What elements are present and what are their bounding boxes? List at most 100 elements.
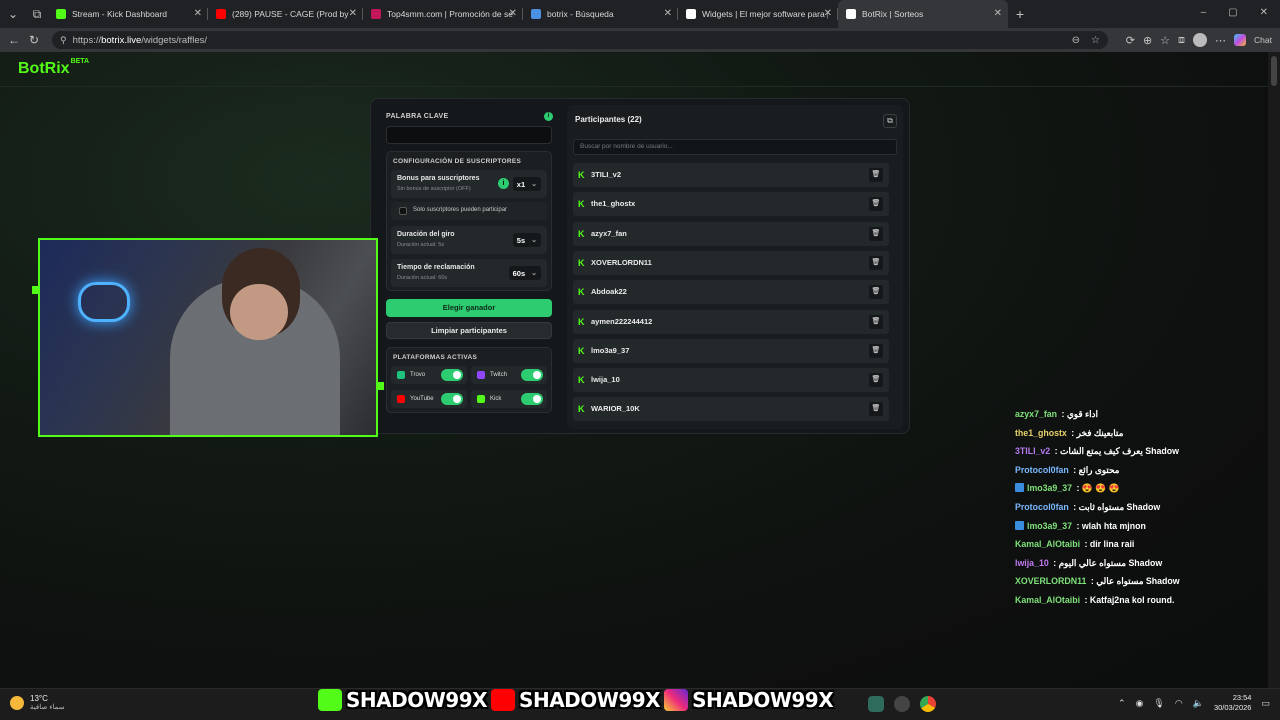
trash-icon[interactable]: 🗑 [869, 168, 883, 182]
new-tab-button[interactable]: + [1008, 6, 1032, 22]
favorites-icon[interactable]: ☆ [1160, 34, 1170, 47]
trash-icon[interactable]: 🗑 [869, 343, 883, 358]
wifi-icon[interactable]: ◠ [1175, 698, 1183, 709]
url-input[interactable]: ⚲ https://botrix.live/widgets/raffles/ ⊖… [52, 31, 1108, 49]
subs-only-row[interactable]: Solo suscriptores pueden participar [391, 202, 547, 220]
reload-icon[interactable]: ↻ [24, 33, 44, 47]
botrix-icon [686, 9, 696, 19]
platform-toggle[interactable] [521, 393, 543, 405]
kick-icon: K [578, 257, 585, 268]
tab-1[interactable]: Stream - Kick Dashboard ✕ [48, 0, 208, 28]
favorite-star-icon[interactable]: ☆ [1091, 35, 1100, 46]
cam-resize-handle[interactable] [32, 286, 40, 294]
botrix-icon [846, 9, 856, 19]
page-scrollbar[interactable] [1268, 52, 1280, 688]
site-info-icon[interactable]: ⚲ [60, 35, 67, 46]
participants-title: Participantes (22) [575, 115, 642, 124]
clear-participants-button[interactable]: Limpiar participantes [386, 322, 552, 339]
brand-logo[interactable]: BotRixBETA [18, 58, 89, 78]
trash-icon[interactable]: 🗑 [869, 314, 883, 329]
system-tray: ⌃ ◉ 🎙 ◠ 🔈 23:54 30/03/2026 ▭ [1118, 693, 1270, 713]
taskbar-obs-icon[interactable] [894, 696, 910, 712]
page-scroll-thumb[interactable] [1271, 56, 1277, 86]
chat-username: Kamal_AlOtaibi [1015, 539, 1081, 550]
split-screen-icon[interactable]: ⊕ [1143, 34, 1152, 47]
subs-only-checkbox[interactable] [399, 207, 407, 215]
taskbar: 13°C سماء صافية SHADOW99X SHADOW99X SHAD… [0, 688, 1280, 720]
back-icon[interactable]: ← [4, 33, 24, 47]
close-tab-icon[interactable]: ✕ [349, 8, 357, 19]
trash-icon[interactable]: 🗑 [869, 285, 883, 300]
trash-icon[interactable]: 🗑 [869, 402, 883, 417]
volume-icon[interactable]: 🔈 [1193, 698, 1204, 709]
trash-icon[interactable]: 🗑 [869, 255, 883, 270]
close-tab-icon[interactable]: ✕ [994, 8, 1002, 19]
platform-toggle[interactable] [441, 369, 463, 381]
spin-duration-title: Duración del giro [397, 231, 455, 238]
kick-icon: K [578, 287, 585, 298]
trash-icon[interactable]: 🗑 [869, 226, 883, 241]
active-platforms-box: PLATAFORMAS ACTIVAS Trovo Twitch YouTube Ki… [386, 347, 552, 413]
tab-5[interactable]: Widgets | El mejor software para p ✕ [678, 0, 838, 28]
spin-duration-subtitle: Duración actual: 5s [397, 242, 445, 248]
tab-4[interactable]: botrix - Búsqueda ✕ [523, 0, 678, 28]
platform-toggle[interactable] [441, 393, 463, 405]
tab-menu-icon[interactable]: ⌄ [0, 7, 26, 21]
maximize-icon[interactable]: ▢ [1228, 7, 1237, 18]
chat-message: Protocol0fan : محتوى رائع [1015, 465, 1265, 484]
participant-name: Abdoak22 [591, 287, 627, 297]
clock-date: 30/03/2026 [1213, 703, 1252, 712]
close-window-icon[interactable]: ✕ [1260, 7, 1268, 18]
more-menu-icon[interactable]: ⋯ [1215, 34, 1226, 47]
extensions-icon[interactable]: ⟳ [1126, 34, 1135, 47]
close-tab-icon[interactable]: ✕ [824, 8, 832, 19]
close-tab-icon[interactable]: ✕ [509, 8, 517, 19]
microphone-icon[interactable]: 🎙 [1153, 698, 1164, 709]
minimize-icon[interactable]: – [1201, 7, 1207, 18]
tray-chevron-up-icon[interactable]: ⌃ [1118, 698, 1126, 709]
taskbar-app-icon[interactable] [868, 696, 884, 712]
tab-3[interactable]: Top4smm.com | Promoción de seg ✕ [363, 0, 523, 28]
trash-icon[interactable]: 🗑 [869, 197, 883, 212]
banner-instagram-name: SHADOW99X [692, 688, 834, 712]
clock[interactable]: 23:54 30/03/2026 [1214, 693, 1252, 713]
tray-app-icon[interactable]: ◉ [1136, 698, 1144, 709]
spin-duration-select[interactable]: 5s ⌄ [512, 233, 541, 247]
chat-button[interactable]: Chat [1254, 35, 1272, 45]
tab-6[interactable]: BotRix | Sorteos ✕ [838, 0, 1008, 28]
bonus-select[interactable]: x1 ⌄ [512, 177, 541, 191]
subscriber-config-box: CONFIGURACIÓN DE SUSCRIPTORES Bonus para… [386, 151, 552, 291]
participant-row: K WARIOR_10K 🗑 [573, 397, 889, 422]
zoom-icon[interactable]: ⊖ [1072, 35, 1080, 46]
chat-separator: : [1068, 427, 1077, 438]
copy-icon[interactable]: ⧉ [883, 114, 897, 128]
trash-icon[interactable]: 🗑 [869, 373, 883, 388]
participant-search-input[interactable]: Buscar por nombre de usuario... [573, 139, 897, 155]
close-tab-icon[interactable]: ✕ [194, 8, 202, 19]
close-tab-icon[interactable]: ✕ [664, 8, 672, 19]
kick-icon [56, 9, 66, 19]
platform-toggle[interactable] [521, 369, 543, 381]
panel-resize-handle[interactable] [376, 382, 384, 390]
participants-panel: Participantes (22) ⧉ Buscar por nombre d… [567, 105, 903, 429]
keyword-label: PALABRA CLAVE [386, 113, 449, 120]
keyword-input[interactable] [386, 126, 552, 144]
tab-2[interactable]: (289) PAUSE - CAGE (Prod by ✕ [208, 0, 363, 28]
copilot-icon[interactable] [1234, 34, 1247, 46]
bonus-info-icon[interactable]: i [498, 178, 509, 189]
claim-time-select[interactable]: 60s ⌄ [508, 266, 541, 280]
collections-icon[interactable]: ⧈ [1178, 34, 1185, 47]
weather-widget[interactable]: 13°C سماء صافية [10, 694, 65, 711]
keyword-info-icon[interactable]: i [544, 112, 553, 121]
pick-winner-button[interactable]: Elegir ganador [386, 299, 552, 317]
chat-message: Kamal_AlOtaibi : Katfaj2na kol round. [1015, 595, 1265, 614]
participant-row: Klmo3a9_37 🗑 [573, 338, 889, 363]
platform-name: Twitch [490, 372, 508, 378]
youtube-icon [216, 9, 226, 19]
taskbar-chrome-icon[interactable] [920, 696, 936, 712]
notifications-icon[interactable]: ▭ [1261, 698, 1270, 709]
chat-username: Kamal_AlOtaibi [1015, 594, 1081, 605]
brand-name: BotRix [18, 60, 70, 77]
profile-avatar[interactable] [1193, 33, 1208, 47]
tab-actions-icon[interactable]: ⧉ [26, 7, 48, 22]
